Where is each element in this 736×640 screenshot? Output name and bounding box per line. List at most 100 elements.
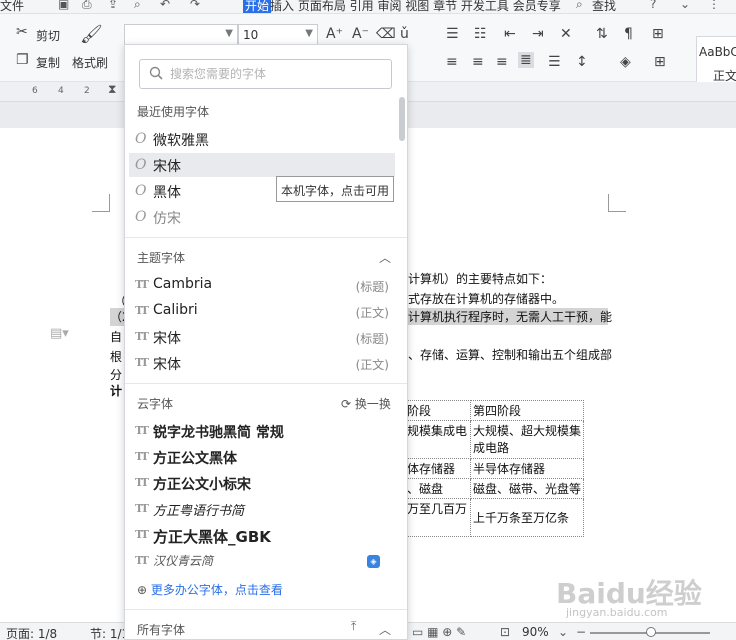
font-size-combo[interactable]: 10 ▼	[238, 24, 318, 46]
bullets-icon[interactable]: ☰	[446, 26, 459, 42]
refresh-icon: ⟳	[341, 397, 352, 411]
font-search-box[interactable]	[139, 59, 392, 89]
chevron-up-icon[interactable]: ︿	[379, 249, 391, 266]
indent-icon[interactable]: ⇥	[532, 26, 544, 42]
zoom-out-icon[interactable]: −	[576, 625, 586, 639]
font-item[interactable]: TT 方正公文小标宋	[129, 471, 395, 495]
minimize-icon[interactable]: ⌄	[680, 0, 690, 11]
font-item[interactable]: TT 方正大黑体_GBK	[129, 523, 395, 547]
chevron-down-icon[interactable]: ▼	[305, 28, 313, 39]
clear-format-icon[interactable]: ⌫	[376, 26, 396, 42]
zoom-slider-handle[interactable]	[646, 627, 656, 637]
paragraph-handle-icon[interactable]: ▤▾	[50, 326, 69, 341]
table-cell[interactable]: 半导体存储器	[469, 458, 585, 479]
shading-icon[interactable]: ◈	[620, 54, 631, 70]
cut-button[interactable]: 剪切	[36, 27, 60, 44]
format-painter-icon[interactable]: 🖌	[80, 24, 103, 45]
fit-page-icon[interactable]: ⊡	[500, 625, 510, 639]
margin-corner	[92, 194, 110, 212]
chevron-down-icon[interactable]: ⌄	[558, 625, 568, 639]
menu-file[interactable]: 文件	[0, 0, 24, 13]
font-item[interactable]: TT 汉仪青云简 ◈	[129, 549, 395, 573]
show-marks-icon[interactable]: ¶	[624, 26, 633, 42]
font-item[interactable]: TT Cambria (标题)	[129, 273, 395, 297]
scroll-to-top-icon[interactable]: ⤒	[351, 619, 356, 634]
pinyin-icon[interactable]: ǔ	[400, 26, 409, 42]
justify-icon[interactable]: ≣	[518, 52, 534, 68]
align-left-icon[interactable]: ≡	[446, 54, 458, 70]
system-font-icon: O	[135, 183, 147, 199]
font-name: 宋体	[153, 159, 181, 175]
indent-marker-icon[interactable]: ⧗	[108, 82, 116, 97]
help-icon[interactable]: ?	[650, 0, 656, 11]
line-spacing-icon[interactable]: ↕	[576, 54, 588, 70]
chevron-up-icon[interactable]: ︿	[379, 621, 391, 638]
sort-icon[interactable]: ⇅	[596, 26, 608, 42]
style-gallery[interactable]: AaBbC 正文	[696, 36, 736, 88]
borders-icon[interactable]: ⊞	[652, 26, 664, 42]
preview-icon[interactable]: ⌕	[134, 0, 141, 12]
style-preview: AaBbC	[699, 45, 736, 59]
table-cell[interactable]: 大规模、超大规模集成电路	[469, 420, 585, 459]
table-cell[interactable]: 体存储器	[404, 458, 471, 479]
refresh-button[interactable]: ⟳ 换一换	[341, 395, 391, 412]
chevron-down-icon[interactable]: ▼	[225, 28, 233, 39]
margin-corner	[608, 194, 626, 212]
redo-icon[interactable]: ↷	[190, 0, 200, 11]
table-cell[interactable]: 、磁盘	[404, 478, 471, 499]
undo-icon[interactable]: ↶	[160, 0, 170, 11]
table-cell[interactable]: 规模集成电	[404, 420, 471, 459]
menu-search[interactable]: 查找	[592, 0, 616, 13]
table-cell[interactable]: 第四阶段	[469, 400, 585, 421]
more-fonts-link[interactable]: ⊕ 更多办公字体，点击查看	[137, 581, 283, 598]
format-painter-button[interactable]: 格式刷	[72, 54, 108, 71]
font-item[interactable]: TT 宋体 (正文)	[129, 351, 395, 375]
font-item[interactable]: O 微软雅黑	[129, 127, 395, 151]
doc-line-prefix: 分	[110, 368, 123, 382]
system-font-icon: O	[135, 131, 147, 147]
tab-home[interactable]: 开始	[243, 0, 272, 13]
font-item[interactable]: TT 方正公文黑体	[129, 445, 395, 469]
print-icon[interactable]: ⎙	[82, 0, 92, 12]
font-item[interactable]: O 宋体	[129, 153, 395, 177]
more-icon[interactable]: ⋮	[708, 0, 720, 11]
increase-font-icon[interactable]: A⁺	[326, 26, 343, 42]
align-right-icon[interactable]: ≡	[496, 54, 508, 70]
font-item[interactable]: O 仿宋	[129, 205, 395, 229]
font-tag: (标题)	[355, 332, 389, 346]
distribute-icon[interactable]: ☰	[548, 54, 561, 70]
numbering-icon[interactable]: ☷	[474, 26, 487, 42]
align-center-icon[interactable]: ≡	[472, 54, 484, 70]
outdent-icon[interactable]: ⇤	[504, 26, 516, 42]
font-item[interactable]: TT 方正粤语行书简	[129, 497, 395, 521]
scrollbar[interactable]	[399, 97, 405, 141]
table-row: 万至几百万 上千万条至万亿条	[404, 498, 585, 537]
chinese-layout-icon[interactable]: ✕	[560, 26, 572, 42]
status-page[interactable]: 页面: 1/8	[6, 625, 57, 640]
save-icon[interactable]: ▣	[58, 0, 69, 11]
lock-icon: ⊕	[137, 583, 148, 597]
search-icon[interactable]: ⌕	[576, 0, 583, 12]
export-icon[interactable]: ⇪	[108, 0, 118, 11]
font-name: 微软雅黑	[153, 133, 209, 149]
copy-button[interactable]: 复制	[36, 54, 60, 71]
decrease-font-icon[interactable]: A⁻	[352, 26, 369, 42]
table-cell[interactable]: 万至几百万	[404, 498, 471, 537]
zoom-value[interactable]: 90%	[522, 625, 549, 639]
menu-tabs[interactable]: 插入 页面布局 引用 审阅 视图 章节 开发工具 会员专享	[270, 0, 561, 13]
font-item[interactable]: TT 锐字龙书驰黑简 常规	[129, 419, 395, 443]
table-cell[interactable]: 上千万条至万亿条	[469, 498, 585, 537]
table-cell[interactable]: 阶段	[404, 400, 471, 421]
font-name-combo[interactable]: ▼	[124, 24, 238, 46]
view-icons[interactable]: ▭ ▦ ⊕ ✎	[412, 625, 466, 639]
font-item[interactable]: TT 宋体 (标题)	[129, 325, 395, 349]
table-borders-icon[interactable]: ⊞	[654, 54, 666, 70]
copy-icon[interactable]: ❐	[16, 52, 29, 68]
font-item[interactable]: TT Calibri (正文)	[129, 299, 395, 323]
tooltip: 本机字体，点击可用	[276, 176, 394, 202]
section-title-cloud: 云字体	[137, 397, 174, 411]
font-search-input[interactable]	[170, 65, 380, 83]
table-cell[interactable]: 磁盘、磁带、光盘等	[469, 478, 585, 499]
scissors-icon[interactable]: ✂	[16, 24, 28, 40]
document-table: 阶段 第四阶段 规模集成电 大规模、超大规模集成电路 体存储器 半导体存储器 、磁盘磁…	[404, 400, 585, 537]
